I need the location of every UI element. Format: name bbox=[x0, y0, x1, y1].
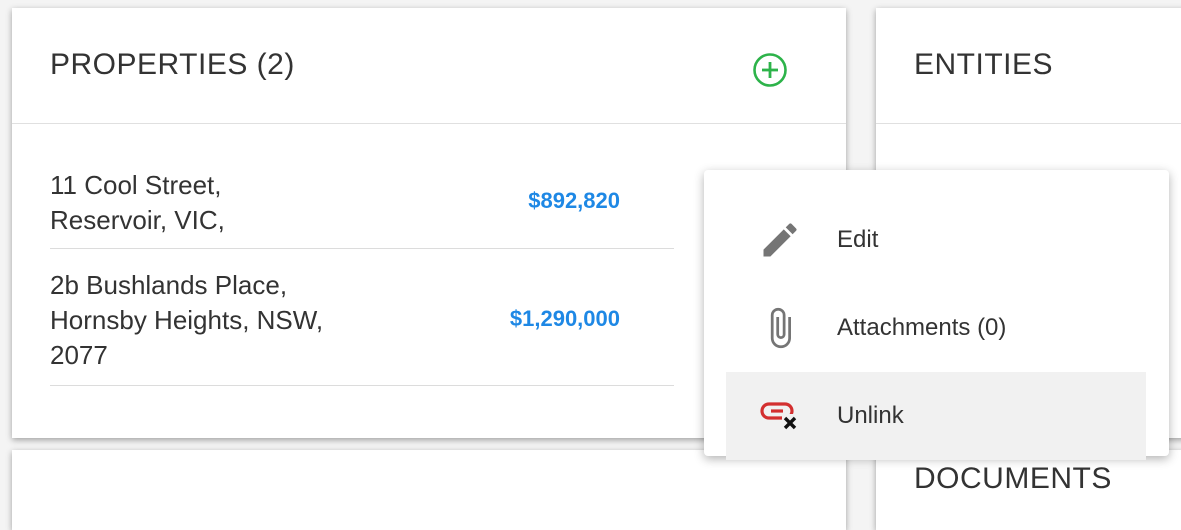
entities-header: ENTITIES bbox=[876, 8, 1181, 124]
menu-item-attachments[interactable]: Attachments (0) bbox=[726, 284, 1146, 372]
property-value: $892,820 bbox=[528, 188, 620, 213]
property-value: $1,290,000 bbox=[509, 306, 620, 331]
properties-header: PROPERTIES (2) bbox=[12, 8, 846, 124]
property-row[interactable]: 11 Cool Street, Reservoir, VIC, $892,820 bbox=[50, 123, 674, 249]
context-menu: Edit Attachments (0) Unlink bbox=[704, 170, 1169, 460]
documents-card: DOCUMENTS bbox=[876, 450, 1181, 530]
address-line: Reservoir, VIC, bbox=[50, 205, 225, 235]
menu-item-edit[interactable]: Edit bbox=[726, 196, 1146, 284]
add-circle-icon[interactable] bbox=[752, 52, 788, 88]
menu-item-unlink[interactable]: Unlink bbox=[726, 372, 1146, 460]
bottom-left-card bbox=[12, 450, 846, 530]
address-line: 11 Cool Street, bbox=[50, 170, 222, 200]
address-line: 2b Bushlands Place, bbox=[50, 270, 288, 300]
properties-title: PROPERTIES (2) bbox=[50, 48, 295, 81]
property-address: 2b Bushlands Place, Hornsby Heights, NSW… bbox=[50, 268, 323, 373]
unlink-icon bbox=[760, 402, 800, 432]
property-address: 11 Cool Street, Reservoir, VIC, bbox=[50, 168, 225, 238]
menu-item-label: Edit bbox=[837, 226, 879, 253]
property-row[interactable]: 2b Bushlands Place, Hornsby Heights, NSW… bbox=[50, 248, 674, 386]
address-line: 2077 bbox=[50, 340, 108, 370]
paperclip-icon bbox=[770, 307, 791, 349]
menu-item-label: Unlink bbox=[837, 402, 904, 429]
pencil-icon bbox=[763, 223, 797, 257]
menu-item-label: Attachments (0) bbox=[837, 314, 1007, 341]
entities-title: ENTITIES bbox=[914, 48, 1054, 81]
address-line: Hornsby Heights, NSW, bbox=[50, 305, 324, 335]
